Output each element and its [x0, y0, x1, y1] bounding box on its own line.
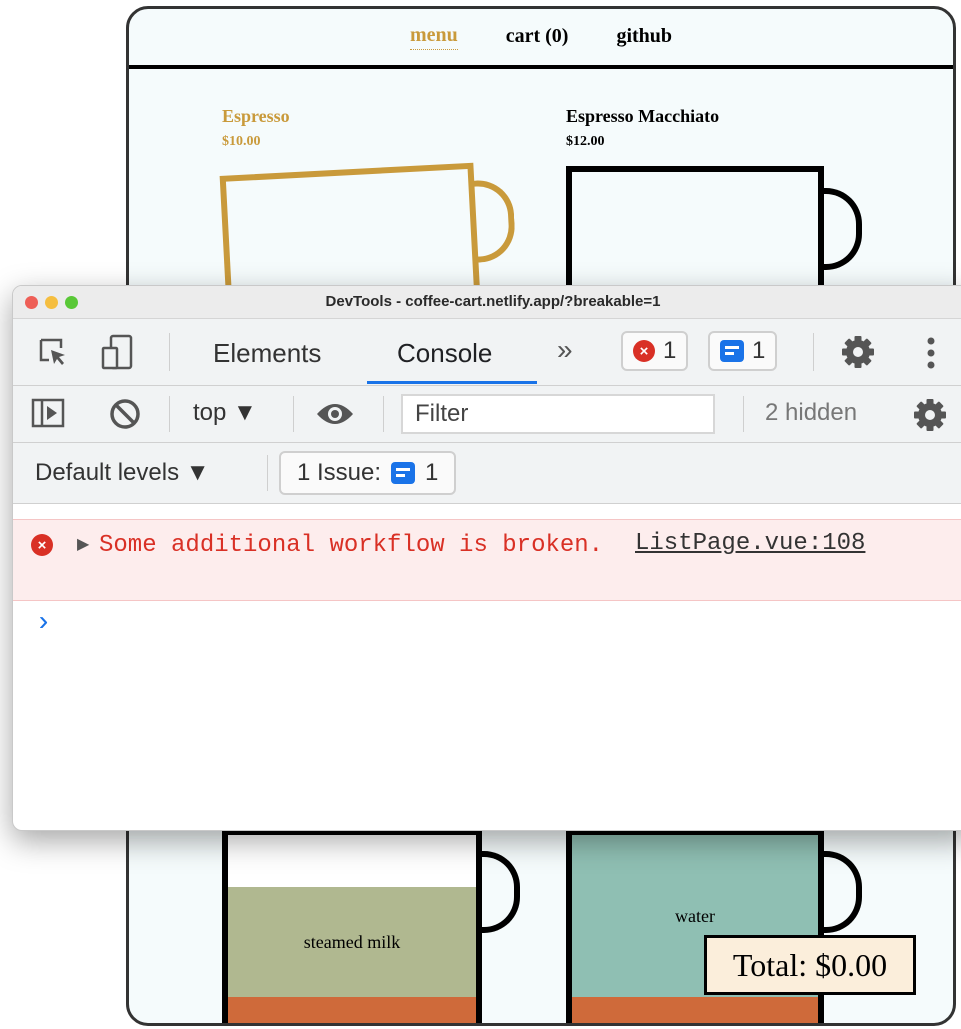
top-nav: menu cart (0) github [129, 9, 953, 69]
levels-toolbar: Default levels ▼ 1 Issue: 1 [13, 443, 961, 504]
console-prompt-icon: › [35, 608, 52, 639]
issues-button[interactable]: 1 Issue: 1 [279, 451, 457, 495]
chevron-double-right-icon[interactable]: » [557, 334, 573, 366]
layer-espresso: espresso [572, 997, 818, 1023]
sidebar-toggle-icon[interactable] [31, 398, 65, 428]
separator [383, 396, 384, 432]
separator [743, 396, 744, 432]
more-options-icon[interactable] [925, 336, 937, 370]
issues-count: 1 [425, 459, 439, 486]
tab-console[interactable]: Console [397, 338, 492, 369]
context-selector[interactable]: top ▼ [193, 399, 257, 427]
device-toolbar-icon[interactable] [101, 334, 135, 370]
nav-menu-link[interactable]: menu [409, 24, 458, 50]
error-source-link[interactable]: ListPage.vue:108 [635, 530, 865, 557]
clear-console-icon[interactable] [108, 397, 142, 431]
message-icon [720, 340, 744, 362]
devtools-title: DevTools - coffee-cart.netlify.app/?brea… [325, 293, 661, 310]
error-icon: × [633, 340, 655, 362]
cup-body: water espresso [566, 829, 824, 1023]
layer-espresso: espresso [228, 997, 476, 1023]
devtools-tabbar: Elements Console » × 1 1 [13, 319, 961, 386]
product-name-espresso: Espresso [222, 106, 290, 126]
separator [293, 396, 294, 432]
lower-right-cup[interactable]: water espresso [566, 829, 886, 1023]
total-button[interactable]: Total: $0.00 [704, 935, 916, 995]
product-price-espresso-macchiato: $12.00 [566, 134, 605, 149]
error-counter[interactable]: × 1 [621, 331, 689, 371]
console-settings-gear-icon[interactable] [913, 398, 947, 432]
console-toolbar: top ▼ 2 hidden [13, 386, 961, 443]
product-price-espresso: $10.00 [222, 134, 261, 149]
active-tab-indicator [367, 381, 537, 384]
cup-body: steamed milk espresso [222, 829, 482, 1023]
cup-handle [822, 851, 862, 933]
devtools-window: DevTools - coffee-cart.netlify.app/?brea… [12, 285, 961, 831]
separator [267, 455, 268, 491]
error-icon: × [31, 534, 53, 556]
eye-icon[interactable] [315, 400, 355, 428]
console-input[interactable] [73, 606, 961, 806]
error-message: Some additional workflow is broken. [99, 532, 604, 559]
settings-gear-icon[interactable] [841, 335, 875, 369]
filter-input[interactable] [401, 394, 715, 434]
separator [169, 333, 170, 371]
message-count: 1 [752, 337, 766, 364]
error-count: 1 [663, 337, 677, 364]
console-error-row[interactable]: × ▶ Some additional workflow is broken. … [13, 519, 961, 601]
separator [813, 333, 814, 371]
layer-steamed-milk: steamed milk [228, 887, 476, 997]
lower-left-cup[interactable]: steamed milk espresso [222, 829, 542, 1023]
inspect-element-icon[interactable] [37, 336, 69, 368]
separator [169, 396, 170, 432]
message-counter[interactable]: 1 [708, 331, 778, 371]
product-name-espresso-macchiato: Espresso Macchiato [566, 106, 720, 126]
cup-handle [822, 188, 862, 270]
tab-elements[interactable]: Elements [213, 338, 321, 369]
issue-icon [391, 462, 416, 484]
cup-handle [472, 178, 517, 263]
log-levels-dropdown[interactable]: Default levels ▼ [35, 459, 210, 487]
devtools-titlebar: DevTools - coffee-cart.netlify.app/?brea… [13, 286, 961, 319]
issues-label: 1 Issue: [297, 459, 382, 486]
nav-github-link[interactable]: github [616, 25, 672, 50]
cup-handle [480, 851, 520, 933]
hidden-count: 2 hidden [765, 399, 858, 426]
nav-cart-link[interactable]: cart (0) [506, 25, 569, 50]
